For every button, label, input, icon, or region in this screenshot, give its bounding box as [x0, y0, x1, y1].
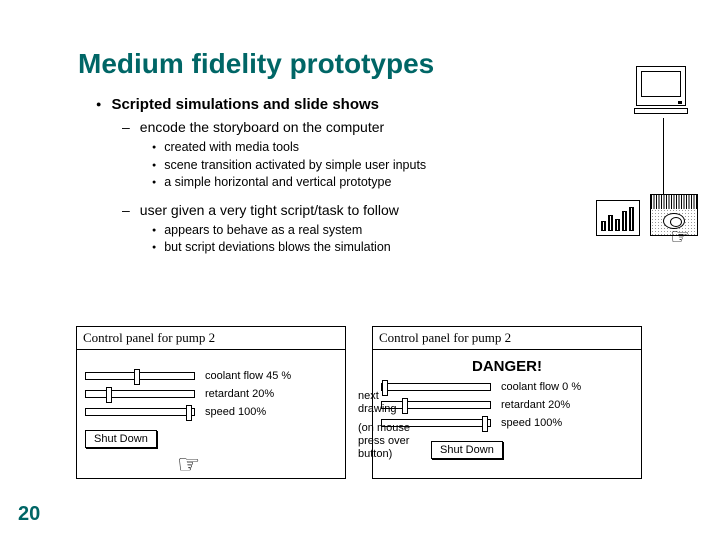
- label-coolant: coolant flow 45 %: [205, 370, 291, 382]
- shut-down-button[interactable]: Shut Down: [85, 430, 157, 448]
- connector-line: [663, 118, 665, 194]
- page-number: 20: [18, 503, 40, 526]
- bullet-sub2a: appears to behave as a real system: [152, 222, 426, 240]
- bullet-sub2b: but script deviations blows the simulati…: [152, 239, 426, 257]
- annotation-next-drawing: next drawing: [358, 390, 402, 416]
- bullet-content: Scripted simulations and slide shows enc…: [96, 96, 426, 257]
- bullet-sub1a: created with media tools: [152, 139, 426, 157]
- bullet-sub1c: a simple horizontal and vertical prototy…: [152, 174, 426, 192]
- label-coolant-2: coolant flow 0 %: [501, 381, 581, 393]
- panel-2-title: Control panel for pump 2: [373, 327, 641, 350]
- slider-retardant[interactable]: [85, 390, 195, 398]
- label-speed-2: speed 100%: [501, 417, 562, 429]
- bullet-sub1b: scene transition activated by simple use…: [152, 157, 426, 175]
- bullet-sub2: user given a very tight script/task to f…: [122, 202, 426, 218]
- panel-1: Control panel for pump 2 coolant flow 45…: [76, 326, 346, 479]
- pointing-hand-icon: ☜: [670, 224, 690, 250]
- slider-coolant[interactable]: [85, 372, 195, 380]
- pointing-hand-icon: ☜: [177, 450, 200, 480]
- panel-1-title: Control panel for pump 2: [77, 327, 345, 350]
- label-retardant: retardant 20%: [205, 388, 274, 400]
- bar-chart-icon: [596, 200, 640, 236]
- shut-down-button-2[interactable]: Shut Down: [431, 441, 503, 459]
- bullet-main: Scripted simulations and slide shows: [111, 96, 379, 113]
- panel-2: Control panel for pump 2 DANGER! coolant…: [372, 326, 642, 479]
- label-speed: speed 100%: [205, 406, 266, 418]
- annotation-mouse-press: (on mouse press over button): [358, 422, 412, 462]
- slider-speed[interactable]: [85, 408, 195, 416]
- danger-label: DANGER!: [381, 358, 633, 375]
- devices-icon: ☜: [596, 194, 698, 236]
- computer-icon: [632, 66, 690, 114]
- label-retardant-2: retardant 20%: [501, 399, 570, 411]
- slide-title: Medium fidelity prototypes: [78, 48, 434, 80]
- bullet-sub1: encode the storyboard on the computer: [122, 119, 426, 135]
